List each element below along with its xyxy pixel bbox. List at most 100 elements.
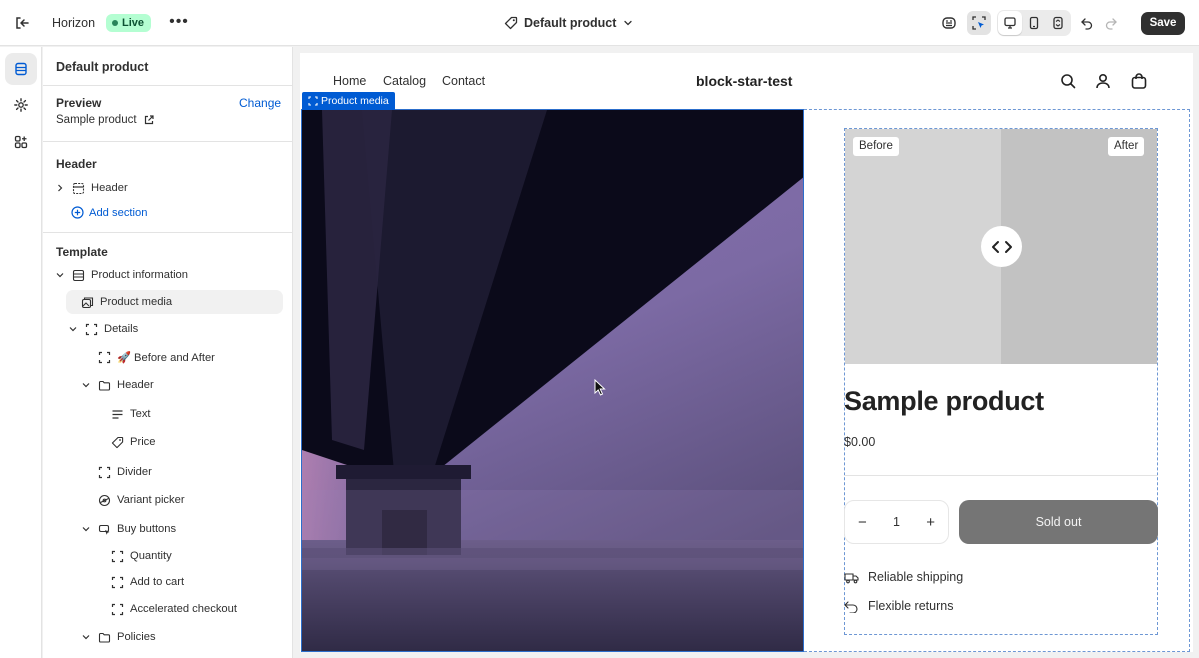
mobile-view-button[interactable] bbox=[1022, 11, 1046, 35]
product-title: Sample product bbox=[844, 386, 1044, 416]
undo-button[interactable] bbox=[1075, 11, 1099, 35]
tree-item-policies[interactable]: Policies bbox=[80, 625, 292, 649]
tree-item-label: Text bbox=[130, 408, 151, 420]
quantity-value[interactable]: 1 bbox=[893, 515, 900, 529]
cart-icon[interactable] bbox=[1130, 72, 1148, 90]
quantity-stepper[interactable]: − 1 + bbox=[844, 500, 949, 544]
selected-block-label[interactable]: Product media bbox=[302, 92, 395, 110]
tree-item-variant-picker[interactable]: Variant picker bbox=[80, 488, 292, 512]
tree-item-label: Product information bbox=[91, 269, 189, 281]
group-block-icon bbox=[84, 322, 98, 336]
settings-rail-button[interactable] bbox=[5, 89, 37, 121]
apps-icon bbox=[14, 135, 28, 149]
nav-link-catalog[interactable]: Catalog bbox=[383, 74, 426, 88]
apps-rail-button[interactable] bbox=[5, 126, 37, 158]
live-label: Live bbox=[122, 17, 145, 29]
section-label: Header bbox=[91, 182, 128, 194]
topbar-tools bbox=[937, 10, 1123, 36]
undo-icon bbox=[1081, 18, 1093, 30]
product-price: $0.00 bbox=[844, 435, 876, 449]
tree-item-before-and-after[interactable]: 🚀 Before and After bbox=[80, 345, 292, 369]
quantity-block-icon bbox=[110, 549, 124, 563]
tree-item-product-media[interactable]: Product media bbox=[66, 290, 283, 314]
tree-item-label: 🚀 Before and After bbox=[117, 351, 215, 364]
chevron-down-icon[interactable] bbox=[80, 523, 92, 535]
more-actions-button[interactable]: ••• bbox=[168, 12, 190, 34]
search-icon[interactable] bbox=[1059, 72, 1077, 90]
media-block-icon bbox=[308, 96, 318, 106]
inspector-button[interactable] bbox=[967, 11, 991, 35]
policy-label: Reliable shipping bbox=[868, 570, 964, 584]
save-button[interactable]: Save bbox=[1141, 12, 1185, 35]
fullscreen-view-button[interactable] bbox=[1046, 11, 1070, 35]
tree-item-text[interactable]: Text bbox=[93, 402, 292, 426]
preview-product-link[interactable]: Sample product bbox=[56, 114, 155, 126]
mobile-icon bbox=[1029, 16, 1039, 30]
nav-link-home[interactable]: Home bbox=[333, 74, 366, 88]
sections-sidebar: Default product Preview Change Sample pr… bbox=[43, 47, 293, 658]
sold-out-button[interactable]: Sold out bbox=[959, 500, 1158, 544]
tree-item-label: Variant picker bbox=[117, 494, 185, 506]
tree-item-label: Buy buttons bbox=[117, 523, 177, 535]
template-selector[interactable]: Default product bbox=[504, 13, 634, 33]
redo-icon bbox=[1105, 18, 1117, 30]
nav-link-contact[interactable]: Contact bbox=[442, 74, 485, 88]
select-cursor-icon bbox=[972, 16, 986, 30]
folder-icon bbox=[97, 630, 111, 644]
store-name[interactable]: block-star-test bbox=[696, 73, 792, 89]
tree-item-product-information[interactable]: Product information bbox=[54, 263, 271, 287]
bridge-photo bbox=[302, 110, 803, 651]
section-icon bbox=[71, 268, 85, 282]
quantity-increase-button[interactable]: + bbox=[926, 514, 935, 531]
tree-item-header-group[interactable]: Header bbox=[80, 373, 292, 397]
exit-icon[interactable] bbox=[12, 13, 32, 33]
policy-label: Flexible returns bbox=[868, 599, 954, 613]
ai-assistant-button[interactable] bbox=[937, 11, 961, 35]
live-status-badge: Live bbox=[106, 14, 152, 32]
chevron-down-icon[interactable] bbox=[80, 379, 92, 391]
desktop-view-button[interactable] bbox=[998, 11, 1022, 35]
tree-item-quantity[interactable]: Quantity bbox=[93, 544, 293, 568]
tree-item-accelerated-checkout[interactable]: Accelerated checkout bbox=[93, 597, 293, 621]
live-dot-icon bbox=[112, 20, 118, 26]
divider bbox=[844, 475, 1158, 476]
eye-icon[interactable] bbox=[292, 576, 293, 588]
media-block-icon bbox=[80, 295, 94, 309]
checkout-block-icon bbox=[110, 602, 124, 616]
chevron-down-icon[interactable] bbox=[80, 631, 92, 643]
chevron-down-icon[interactable] bbox=[67, 323, 79, 335]
redo-button[interactable] bbox=[1099, 11, 1123, 35]
quantity-decrease-button[interactable]: − bbox=[858, 514, 867, 531]
chevron-down-icon[interactable] bbox=[54, 269, 66, 281]
sections-rail-button[interactable] bbox=[5, 53, 37, 85]
tag-icon bbox=[504, 16, 518, 30]
tree-item-add-to-cart[interactable]: Add to cart bbox=[93, 570, 293, 594]
folder-icon bbox=[97, 378, 111, 392]
add-section-button[interactable]: Add section bbox=[71, 206, 147, 219]
add-section-label: Add section bbox=[89, 206, 148, 219]
product-media-image[interactable] bbox=[301, 109, 804, 652]
truck-icon bbox=[844, 572, 859, 583]
tree-item-price[interactable]: Price bbox=[93, 430, 292, 454]
tree-item-buy-buttons[interactable]: Buy buttons bbox=[80, 517, 292, 541]
before-after-block-outline bbox=[844, 128, 1158, 635]
policy-returns: Flexible returns bbox=[844, 599, 953, 613]
tree-item-label: Header bbox=[117, 379, 154, 391]
theme-name[interactable]: Horizon bbox=[52, 16, 95, 30]
change-preview-link[interactable]: Change bbox=[239, 96, 281, 110]
account-icon[interactable] bbox=[1094, 72, 1112, 90]
divider bbox=[43, 141, 292, 142]
tree-item-details[interactable]: Details bbox=[67, 317, 284, 341]
section-header[interactable]: Header bbox=[54, 176, 271, 200]
eye-icon[interactable] bbox=[292, 603, 293, 615]
tree-item-divider[interactable]: Divider bbox=[80, 460, 292, 484]
chevron-right-icon[interactable] bbox=[54, 182, 66, 194]
selected-block-name: Product media bbox=[321, 95, 389, 107]
eye-icon[interactable] bbox=[292, 550, 293, 562]
header-section-icon bbox=[71, 181, 85, 195]
policy-shipping: Reliable shipping bbox=[844, 570, 963, 584]
